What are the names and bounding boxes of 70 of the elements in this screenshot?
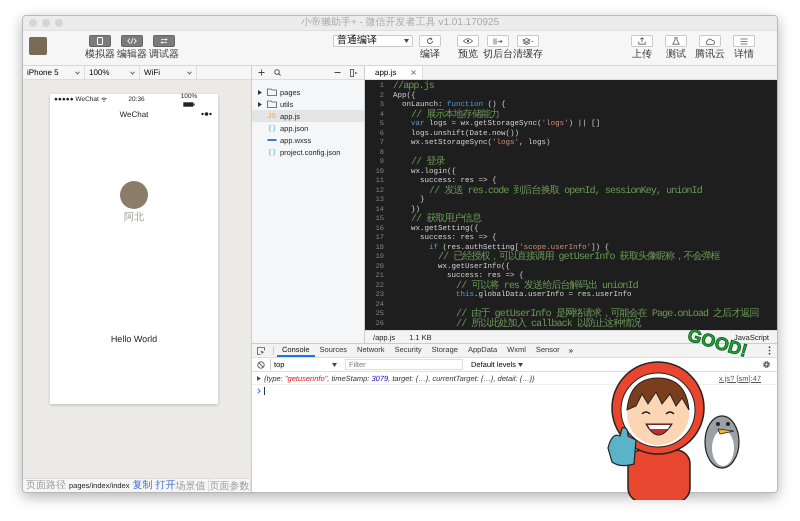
toolbar-button[interactable]: 编辑器 [116, 35, 148, 61]
page-path-label: 页面路径 [26, 480, 66, 492]
code-line: // 已经授权，可以直接调用 getUserInfo 获取头像昵称，不会弹框 [437, 253, 722, 262]
toolbar-button[interactable]: 调试器 [148, 35, 180, 61]
stack-icon [522, 38, 534, 44]
code-line: // 所以此处加入 callback 以防止这种情况 [455, 320, 642, 329]
code-line: // 展示本地存储能力 [410, 110, 500, 120]
cloud-icon [705, 38, 715, 44]
caret-icon [258, 102, 262, 106]
toolbar-button[interactable]: 测试 [663, 35, 689, 61]
refresh-icon [426, 37, 434, 45]
link[interactable]: 复制 [132, 480, 152, 492]
plus-icon [258, 69, 265, 76]
window-title: 小帝獭助手+ - 微信开发者工具 v1.01.170925 [300, 16, 500, 30]
prompt-icon [257, 388, 261, 394]
avatar-photo-placeholder [120, 181, 148, 209]
link[interactable]: 打开 [155, 480, 176, 492]
caret-icon [130, 70, 135, 74]
network-dropdown[interactable]: WiFi [140, 66, 197, 79]
switch-icon [493, 38, 503, 44]
code-line: // 发送 res.code 到后台换取 openId, sessionKey, unionId [428, 186, 703, 196]
code-line: // 登录 [410, 158, 445, 168]
kebab-menu-icon [768, 346, 771, 355]
zoom-dropdown[interactable]: 100% [85, 66, 140, 79]
caret-icon [258, 90, 262, 94]
upload-icon [638, 37, 646, 45]
settings-icon [762, 360, 771, 369]
nav-title: WeChat [120, 110, 148, 118]
toolbar-button[interactable]: 编译 [417, 35, 443, 61]
code-line: // 获取用户信息 [410, 215, 482, 224]
code-line: // 可以将 res 发送给后台解码出 unionId [455, 282, 639, 291]
toolbar-button[interactable]: 切后台 [485, 35, 511, 61]
arrows-icon [160, 38, 168, 44]
wifi-icon [100, 97, 107, 102]
eye-icon [463, 38, 473, 44]
compile-mode-dropdown[interactable]: 普通编译 [333, 35, 413, 47]
code-icon [127, 38, 137, 44]
flask-icon [672, 37, 680, 45]
avatar-photo-placeholder[interactable] [29, 37, 47, 55]
minus-icon [334, 71, 341, 74]
code-editor[interactable] [365, 80, 777, 330]
code-line: //app.js [393, 82, 435, 92]
split-panel-icon [350, 68, 358, 76]
caret-icon [75, 70, 80, 74]
toolbar-button[interactable]: 上传 [629, 35, 655, 61]
toolbar-button[interactable]: 预览 [455, 35, 481, 61]
toolbar-button[interactable]: 清缓存 [515, 35, 541, 61]
search-icon [274, 69, 281, 76]
block-icon [257, 360, 265, 368]
text-cursor [264, 386, 265, 394]
toolbar-button[interactable]: 模拟器 [84, 35, 116, 61]
expand-triangle-icon [257, 376, 261, 380]
more-dots-icon [201, 112, 212, 116]
dash-icon [267, 138, 277, 142]
menu-icon [740, 38, 748, 44]
more-tabs-button[interactable]: » [564, 344, 578, 357]
caret-icon [332, 362, 337, 366]
toolbar-button[interactable]: 腾讯云 [697, 35, 723, 61]
caret-icon [187, 70, 192, 74]
user-name: 阿北 [124, 212, 144, 224]
inspect-icon [257, 346, 265, 354]
toolbar-button[interactable]: 详情 [731, 35, 757, 61]
battery-icon [183, 102, 195, 106]
device-dropdown[interactable]: iPhone 5 [23, 66, 85, 79]
editor-tab[interactable]: app.js [365, 66, 423, 79]
greeting-text: Hello World [110, 334, 158, 344]
phone-icon [97, 37, 103, 45]
caret-icon [404, 39, 409, 43]
close-icon [411, 70, 416, 75]
caret-icon [518, 363, 524, 367]
